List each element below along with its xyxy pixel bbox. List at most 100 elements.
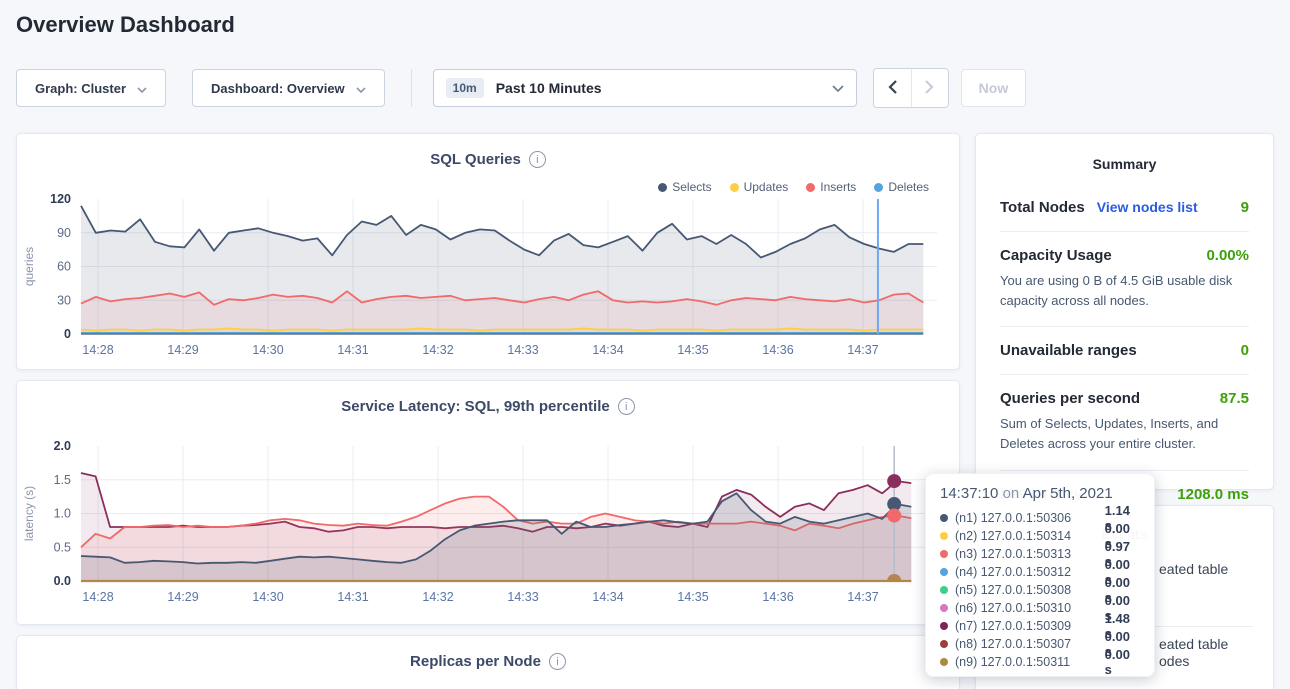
- tooltip-node-label: (n5) 127.0.0.1:50308: [955, 583, 1098, 597]
- node-color-dot-icon: [940, 550, 948, 558]
- svg-text:14:33: 14:33: [507, 343, 538, 357]
- time-range-picker[interactable]: 10m Past 10 Minutes: [433, 69, 857, 107]
- charts-column: SQL Queries i SelectsUpdatesInsertsDelet…: [16, 133, 960, 689]
- svg-text:14:28: 14:28: [82, 590, 113, 604]
- node-color-dot-icon: [940, 622, 948, 630]
- svg-text:14:37: 14:37: [847, 343, 878, 357]
- summary-row-qps: Queries per second 87.5 Sum of Selects, …: [1000, 375, 1249, 470]
- divider: [411, 69, 412, 107]
- controls-bar: Graph: Cluster Dashboard: Overview 10m P…: [16, 68, 1026, 108]
- unavailable-ranges-label: Unavailable ranges: [1000, 342, 1137, 359]
- svg-text:14:31: 14:31: [337, 590, 368, 604]
- chart-title-row: Service Latency: SQL, 99th percentile i: [17, 398, 959, 415]
- svg-text:2.0: 2.0: [54, 439, 71, 453]
- svg-text:14:35: 14:35: [677, 590, 708, 604]
- svg-text:0: 0: [64, 327, 71, 341]
- svg-text:14:29: 14:29: [167, 343, 198, 357]
- chevron-left-icon: [888, 80, 897, 97]
- tooltip-node-label: (n3) 127.0.0.1:50313: [955, 547, 1098, 561]
- tooltip-node-label: (n4) 127.0.0.1:50312: [955, 565, 1098, 579]
- sql-queries-chart[interactable]: 14:28 14:29 14:30 14:31 14:32 14:33 14:34 14:35…: [17, 189, 945, 367]
- event-item-fragment[interactable]: eated table: [1159, 636, 1228, 652]
- chart-title-row: SQL Queries i: [17, 151, 959, 168]
- time-range-label: Past 10 Minutes: [496, 80, 602, 96]
- svg-text:14:31: 14:31: [337, 343, 368, 357]
- tooltip-row: (n9) 127.0.0.1:503110.00 s: [940, 653, 1140, 671]
- svg-text:14:30: 14:30: [252, 343, 283, 357]
- summary-row-total-nodes: Total Nodes View nodes list 9: [1000, 184, 1249, 232]
- node-color-dot-icon: [940, 532, 948, 540]
- page-title: Overview Dashboard: [16, 12, 235, 38]
- info-icon[interactable]: i: [618, 398, 635, 415]
- svg-text:1.5: 1.5: [54, 473, 71, 487]
- summary-panel: Summary Total Nodes View nodes list 9 Ca…: [975, 133, 1274, 490]
- node-color-dot-icon: [940, 604, 948, 612]
- tooltip-header: 14:37:10 on Apr 5th, 2021: [940, 485, 1140, 502]
- svg-text:14:34: 14:34: [592, 343, 623, 357]
- event-item-fragment[interactable]: eated table: [1159, 561, 1228, 577]
- dashboard-dropdown-label: Dashboard: Overview: [211, 81, 345, 96]
- svg-text:14:32: 14:32: [422, 590, 453, 604]
- replicas-per-node-card: Replicas per Node i: [16, 635, 960, 689]
- tooltip-node-label: (n8) 127.0.0.1:50307: [955, 637, 1098, 651]
- chevron-right-icon: [925, 80, 934, 97]
- chart-title: SQL Queries: [430, 151, 521, 168]
- tooltip-node-label: (n9) 127.0.0.1:50311: [955, 655, 1098, 669]
- node-color-dot-icon: [940, 568, 948, 576]
- event-item-fragment[interactable]: odes: [1159, 653, 1189, 669]
- time-back-button[interactable]: [874, 69, 911, 107]
- chart-title-row: Replicas per Node i: [17, 653, 959, 670]
- dashboard-dropdown[interactable]: Dashboard: Overview: [192, 69, 385, 107]
- svg-text:90: 90: [57, 226, 71, 240]
- unavailable-ranges-value: 0: [1241, 342, 1249, 359]
- service-latency-chart[interactable]: 14:2814:2914:3014:3114:3214:3314:3414:35…: [17, 436, 945, 614]
- svg-text:latency (s): latency (s): [22, 486, 36, 541]
- total-nodes-value: 9: [1241, 199, 1249, 216]
- svg-text:14:28: 14:28: [82, 343, 113, 357]
- capacity-label: Capacity Usage: [1000, 247, 1112, 264]
- tooltip-time: 14:37:10: [940, 485, 998, 502]
- total-nodes-label: Total Nodes: [1000, 199, 1085, 216]
- summary-title: Summary: [1000, 156, 1249, 172]
- svg-text:14:32: 14:32: [422, 343, 453, 357]
- svg-text:14:33: 14:33: [507, 590, 538, 604]
- chevron-down-icon: [137, 81, 147, 96]
- qps-value: 87.5: [1220, 390, 1249, 407]
- tooltip-node-value: 0.00 s: [1105, 647, 1140, 677]
- view-nodes-list-link[interactable]: View nodes list: [1097, 199, 1198, 215]
- node-color-dot-icon: [940, 586, 948, 594]
- svg-text:30: 30: [57, 293, 71, 307]
- graph-dropdown[interactable]: Graph: Cluster: [16, 69, 166, 107]
- node-color-dot-icon: [940, 640, 948, 648]
- svg-text:0.0: 0.0: [54, 574, 71, 588]
- info-icon[interactable]: i: [529, 151, 546, 168]
- capacity-value: 0.00%: [1206, 247, 1249, 264]
- chevron-down-icon: [356, 81, 366, 96]
- svg-text:14:35: 14:35: [677, 343, 708, 357]
- time-range-badge: 10m: [446, 78, 484, 98]
- info-icon[interactable]: i: [549, 653, 566, 670]
- tooltip-date: Apr 5th, 2021: [1023, 485, 1113, 502]
- tooltip-node-label: (n7) 127.0.0.1:50309: [955, 619, 1098, 633]
- chart-tooltip: 14:37:10 on Apr 5th, 2021 (n1) 127.0.0.1…: [925, 473, 1155, 677]
- svg-text:120: 120: [50, 192, 71, 206]
- node-color-dot-icon: [940, 658, 948, 666]
- p99-latency-value: 1208.0 ms: [1177, 486, 1249, 503]
- qps-description: Sum of Selects, Updates, Inserts, and De…: [1000, 414, 1249, 454]
- node-color-dot-icon: [940, 514, 948, 522]
- svg-text:14:36: 14:36: [762, 343, 793, 357]
- tooltip-on-word: on: [1003, 485, 1020, 502]
- time-forward-button[interactable]: [911, 69, 948, 107]
- overview-dashboard-page: Overview Dashboard Graph: Cluster Dashbo…: [0, 0, 1290, 689]
- svg-text:14:37: 14:37: [847, 590, 878, 604]
- tooltip-rows: (n1) 127.0.0.1:503061.14 s(n2) 127.0.0.1…: [940, 509, 1140, 671]
- svg-text:14:30: 14:30: [252, 590, 283, 604]
- now-button[interactable]: Now: [961, 69, 1027, 107]
- summary-row-capacity: Capacity Usage 0.00% You are using 0 B o…: [1000, 232, 1249, 327]
- qps-label: Queries per second: [1000, 390, 1140, 407]
- capacity-description: You are using 0 B of 4.5 GiB usable disk…: [1000, 271, 1249, 311]
- time-step-buttons: [873, 68, 949, 108]
- graph-dropdown-label: Graph: Cluster: [35, 81, 126, 96]
- tooltip-node-label: (n6) 127.0.0.1:50310: [955, 601, 1098, 615]
- svg-text:60: 60: [57, 260, 71, 274]
